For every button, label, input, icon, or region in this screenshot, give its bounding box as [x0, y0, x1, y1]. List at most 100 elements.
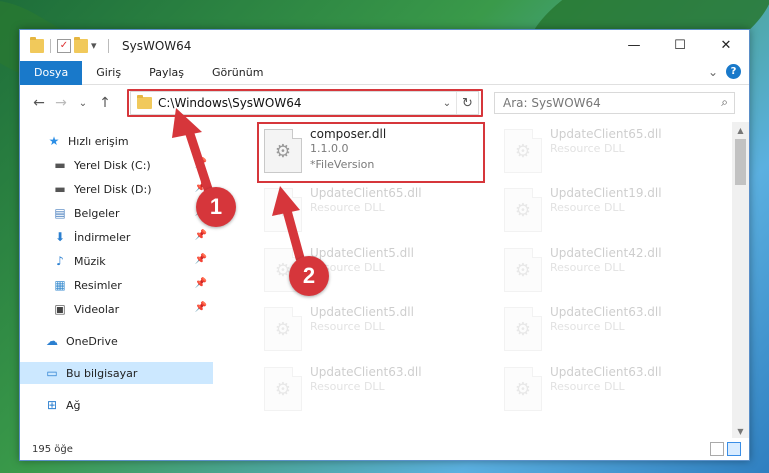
step-badge-2: 2: [289, 256, 329, 296]
status-bar: 195 öğe: [20, 438, 749, 460]
sidebar-item-label: İndirmeler: [74, 230, 131, 244]
file-description: Resource DLL: [550, 380, 625, 393]
file-name: UpdateClient5.dll: [310, 305, 414, 319]
music-icon: ♪: [56, 254, 64, 268]
title-bar: ✓ ▾ SysWOW64 — ☐ ✕: [20, 30, 749, 61]
sidebar-item-music[interactable]: ♪ Müzik 📌: [20, 250, 213, 272]
scroll-thumb[interactable]: [735, 139, 746, 185]
properties-icon[interactable]: ✓: [57, 38, 71, 53]
file-name: UpdateClient42.dll: [550, 246, 662, 260]
dll-file-icon: ⚙: [504, 129, 542, 173]
file-item-composer-dll[interactable]: ⚙ composer.dll 1.1.0.0 *FileVersion: [260, 125, 480, 179]
file-description: Resource DLL: [310, 320, 385, 333]
file-item[interactable]: ⚙ UpdateClient63.dll Resource DLL: [500, 363, 720, 417]
sidebar-item-onedrive[interactable]: ☁ OneDrive: [20, 330, 213, 352]
dll-file-icon: ⚙: [264, 307, 302, 351]
address-dropdown-icon[interactable]: ⌄: [438, 98, 456, 109]
sidebar-item-videos[interactable]: ▣ Videolar 📌: [20, 298, 213, 320]
file-description: Resource DLL: [550, 201, 625, 214]
toolbar-divider: [50, 38, 51, 53]
file-item[interactable]: ⚙ UpdateClient65.dll Resource DLL: [500, 125, 720, 179]
address-path[interactable]: C:\Windows\SysWOW64: [158, 96, 438, 110]
up-button[interactable]: ↑: [94, 95, 116, 111]
recent-locations-button[interactable]: ⌄: [72, 98, 94, 109]
sidebar-item-this-pc[interactable]: ▭ Bu bilgisayar: [20, 362, 213, 384]
sidebar-item-pictures[interactable]: ▦ Resimler 📌: [20, 274, 213, 296]
ribbon-tabs: Dosya Giriş Paylaş Görünüm ⌄ ?: [20, 60, 749, 85]
sidebar-item-documents[interactable]: ▤ Belgeler 📌: [20, 202, 213, 224]
sidebar-item-quick-access[interactable]: ★ Hızlı erişim: [20, 130, 213, 152]
sidebar-item-label: Yerel Disk (C:): [74, 158, 151, 172]
sidebar-item-network[interactable]: ⊞ Ağ: [20, 394, 213, 416]
drive-icon: ▬: [54, 182, 66, 196]
scroll-up-icon[interactable]: ▲: [732, 122, 749, 139]
pin-icon[interactable]: 📌: [195, 254, 207, 265]
back-button[interactable]: ←: [28, 95, 50, 111]
tab-file[interactable]: Dosya: [20, 60, 83, 85]
dll-file-icon: ⚙: [504, 188, 542, 232]
ribbon-right-controls: ⌄ ?: [708, 64, 741, 79]
window-controls: — ☐ ✕: [611, 30, 749, 61]
search-input[interactable]: Ara: SysWOW64 ⌕: [494, 92, 735, 114]
forward-button[interactable]: →: [50, 95, 72, 111]
dll-file-icon: ⚙: [504, 248, 542, 292]
sidebar-item-label: Ağ: [66, 398, 81, 412]
sidebar-item-label: Resimler: [74, 278, 122, 292]
sidebar-item-label: Videolar: [74, 302, 120, 316]
sidebar-item-label: Yerel Disk (D:): [74, 182, 152, 196]
expand-ribbon-icon[interactable]: ⌄: [708, 65, 718, 79]
customize-toolbar-icon[interactable]: ▾: [91, 39, 105, 53]
vertical-scrollbar[interactable]: ▲ ▼: [732, 122, 749, 440]
title-divider: [108, 38, 109, 53]
video-icon: ▣: [54, 302, 66, 316]
file-version: 1.1.0.0: [310, 142, 349, 155]
item-count: 195 öğe: [32, 443, 73, 455]
file-item[interactable]: ⚙ UpdateClient19.dll Resource DLL: [500, 184, 720, 238]
download-icon: ⬇: [54, 230, 66, 244]
refresh-button[interactable]: ↻: [456, 92, 478, 114]
close-button[interactable]: ✕: [703, 30, 749, 61]
sidebar-item-local-disk-d[interactable]: ▬ Yerel Disk (D:) 📌: [20, 178, 213, 200]
address-bar[interactable]: C:\Windows\SysWOW64 ⌄ ↻: [130, 91, 479, 115]
file-item[interactable]: ⚙ UpdateClient42.dll Resource DLL: [500, 244, 720, 298]
details-view-icon[interactable]: [710, 442, 724, 456]
dll-file-icon: ⚙: [504, 307, 542, 351]
file-item[interactable]: ⚙ UpdateClient65.dll Resource DLL: [260, 184, 480, 238]
dll-file-icon: ⚙: [264, 129, 302, 173]
tab-share[interactable]: Paylaş: [135, 61, 198, 85]
new-folder-icon[interactable]: [74, 36, 88, 53]
file-description: Resource DLL: [550, 320, 625, 333]
tab-home[interactable]: Giriş: [82, 61, 135, 85]
maximize-button[interactable]: ☐: [657, 30, 703, 61]
tiles-view-icon[interactable]: [727, 442, 741, 456]
sidebar-item-label: Hızlı erişim: [68, 134, 129, 148]
sidebar-item-label: Müzik: [74, 254, 106, 268]
minimize-button[interactable]: —: [611, 30, 657, 61]
file-item[interactable]: ⚙ UpdateClient63.dll Resource DLL: [500, 303, 720, 357]
help-icon[interactable]: ?: [726, 64, 741, 79]
pin-icon[interactable]: 📌: [195, 302, 207, 313]
file-name: UpdateClient63.dll: [550, 305, 662, 319]
file-item[interactable]: ⚙ UpdateClient5.dll Resource DLL: [260, 303, 480, 357]
tab-view[interactable]: Görünüm: [198, 61, 277, 85]
navigation-bar: ← → ⌄ ↑ C:\Windows\SysWOW64 ⌄ ↻ Ara: Sys…: [20, 86, 749, 120]
pin-icon[interactable]: 📌: [195, 230, 207, 241]
cloud-icon: ☁: [46, 334, 58, 348]
sidebar-item-local-disk-c[interactable]: ▬ Yerel Disk (C:) 📌: [20, 154, 213, 176]
file-item[interactable]: ⚙ UpdateClient63.dll Resource DLL: [260, 363, 480, 417]
search-icon[interactable]: ⌕: [721, 95, 728, 110]
window-title: SysWOW64: [122, 38, 192, 53]
file-name: UpdateClient63.dll: [310, 365, 422, 379]
file-description: Resource DLL: [310, 380, 385, 393]
drive-icon: ▬: [54, 158, 66, 172]
dll-file-icon: ⚙: [264, 188, 302, 232]
sidebar-item-label: Bu bilgisayar: [66, 366, 138, 380]
file-description: Resource DLL: [550, 261, 625, 274]
network-icon: ⊞: [46, 398, 58, 412]
sidebar-item-downloads[interactable]: ⬇ İndirmeler 📌: [20, 226, 213, 248]
sidebar-item-label: OneDrive: [66, 334, 118, 348]
pin-icon[interactable]: 📌: [195, 278, 207, 289]
dll-file-icon: ⚙: [504, 367, 542, 411]
file-name: UpdateClient65.dll: [550, 127, 662, 141]
pin-icon[interactable]: 📌: [195, 158, 207, 169]
